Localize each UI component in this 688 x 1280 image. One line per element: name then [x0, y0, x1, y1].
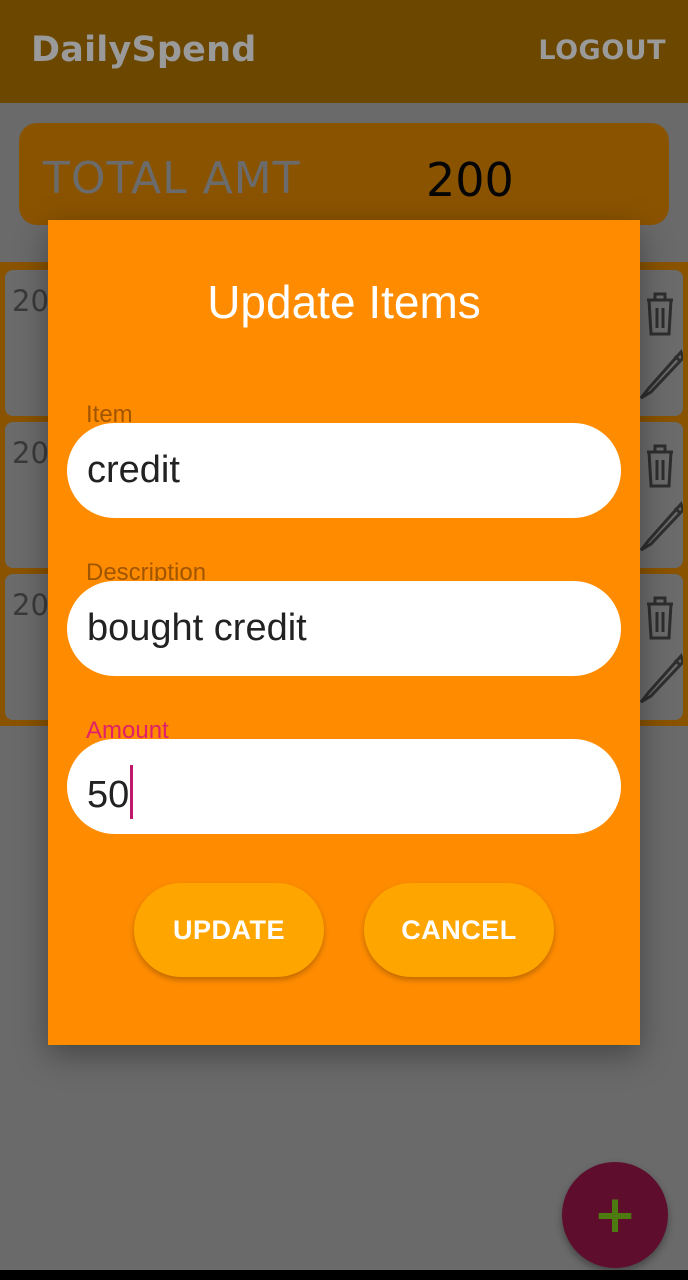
- cancel-button[interactable]: CANCEL: [364, 883, 554, 977]
- text-cursor: [130, 765, 134, 819]
- trash-icon[interactable]: [647, 444, 673, 488]
- update-items-dialog: Update Items Item credit Description bou…: [48, 220, 640, 1045]
- logout-button[interactable]: LOGOUT: [538, 35, 666, 66]
- total-card: TOTAL AMT 200: [19, 123, 669, 225]
- dialog-title: Update Items: [207, 276, 481, 328]
- app-title: DailySpend: [31, 30, 257, 70]
- plus-icon: +: [593, 1185, 637, 1245]
- description-field[interactable]: bought credit: [67, 581, 621, 676]
- total-label: TOTAL AMT: [43, 153, 301, 204]
- item-date: 20: [12, 284, 49, 318]
- pencil-icon[interactable]: [639, 653, 683, 704]
- pencil-icon[interactable]: [639, 501, 683, 552]
- update-button[interactable]: UPDATE: [134, 883, 324, 977]
- amount-field[interactable]: 50: [67, 739, 621, 834]
- app-bar: DailySpend LOGOUT: [0, 0, 688, 103]
- item-date: 20: [12, 436, 49, 470]
- add-item-button[interactable]: +: [562, 1162, 668, 1268]
- item-date: 20: [12, 588, 49, 622]
- trash-icon[interactable]: [647, 292, 673, 336]
- amount-value-wrap: 50: [87, 765, 134, 819]
- total-value: 200: [426, 153, 514, 207]
- item-field[interactable]: credit: [67, 423, 621, 518]
- description-value: bought credit: [87, 607, 307, 649]
- trash-icon[interactable]: [647, 596, 673, 640]
- pencil-icon[interactable]: [639, 349, 683, 400]
- system-nav-bar: [0, 1270, 688, 1280]
- amount-value: 50: [87, 774, 130, 816]
- item-value: credit: [87, 449, 180, 491]
